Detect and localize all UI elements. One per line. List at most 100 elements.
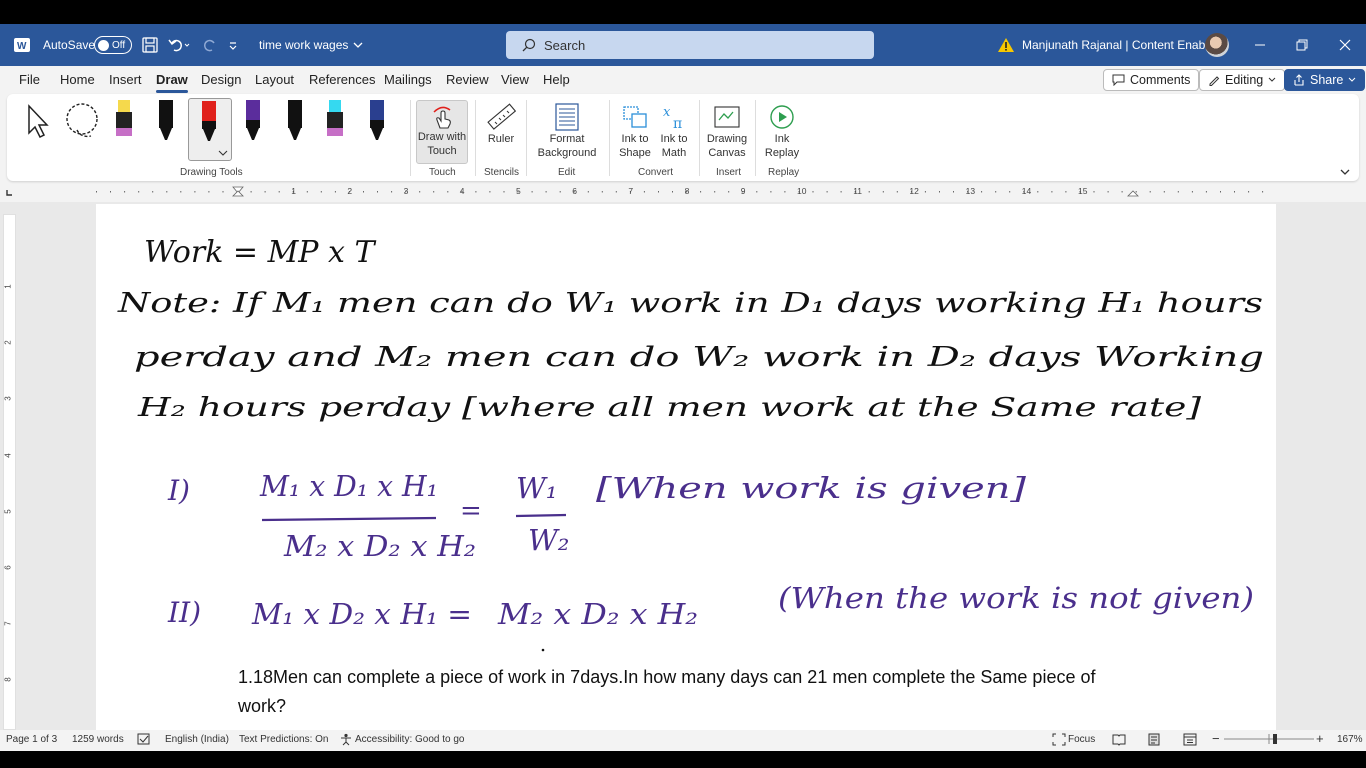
web-layout-icon[interactable] [1183,733,1197,749]
pen-purple-icon[interactable] [243,100,263,149]
language[interactable]: English (India) [165,734,229,745]
focus-icon[interactable] [1052,733,1066,749]
comments-button[interactable]: Comments [1103,69,1200,91]
lasso-select-tool[interactable] [63,102,103,140]
zoom-level[interactable]: 167% [1337,734,1363,745]
ink-to-math-button[interactable]: xπ Ink to Math [654,102,694,160]
highlighter-cyan-icon[interactable] [325,100,345,149]
vertical-ruler-number: 2 [3,340,13,345]
accessibility-status[interactable]: Accessibility: Good to go [355,734,465,745]
page-count[interactable]: Page 1 of 3 [6,734,57,745]
ink-dot [541,648,545,652]
zoom-out-icon[interactable]: − [1212,731,1220,746]
svg-text:π: π [673,116,682,132]
ink-case-one-label: I) [167,474,190,507]
read-mode-icon[interactable] [1112,733,1126,749]
collapse-ribbon-chevron-icon[interactable] [1339,164,1351,182]
avatar[interactable] [1205,24,1229,66]
tab-draw[interactable]: Draw [156,72,188,93]
tab-references[interactable]: References [309,72,375,87]
word-count[interactable]: 1259 words [72,734,124,745]
vertical-ruler-number: 1 [3,284,13,289]
tab-home[interactable]: Home [60,72,95,87]
user-name[interactable]: Manjunath Rajanal | Content Enablers [1022,24,1225,66]
autosave-toggle[interactable]: Off [94,24,132,66]
warning-icon[interactable] [997,24,1015,66]
tab-help[interactable]: Help [543,72,570,87]
vertical-ruler-number: 7 [3,621,13,626]
minimize-icon[interactable] [1245,24,1275,66]
editing-label: Editing [1225,73,1264,87]
pen-red-icon[interactable] [188,98,232,161]
tab-review[interactable]: Review [446,72,489,87]
drawing-canvas-button[interactable]: Drawing Canvas [705,102,749,160]
horizontal-ruler[interactable]: 1 2 3 4 5 6 7 8 9 10 11 12 13 14 15 [0,184,1366,200]
draw-with-touch-button[interactable]: Draw with Touch [416,100,468,164]
ruler-label: Ruler [487,133,515,145]
ruler-number: 5 [516,186,521,196]
ink-replay-button[interactable]: Ink Replay [762,102,802,160]
print-layout-icon[interactable] [1147,733,1161,749]
word-logo-icon: W [14,24,30,66]
redo-icon[interactable] [202,24,218,66]
lasso-icon [66,103,98,138]
highlighter-yellow-icon[interactable] [114,100,134,149]
menu-bar: File Home Insert Draw Design Layout Refe… [0,66,1366,94]
save-icon[interactable] [142,24,158,66]
tab-design[interactable]: Design [201,72,241,87]
ruler-ticks [6,186,1264,197]
group-separator [755,100,756,176]
ruler-number: 8 [684,186,690,196]
select-tool[interactable] [24,103,50,139]
tab-insert[interactable]: Insert [109,72,142,87]
document-title[interactable]: time work wages [259,24,364,66]
pen-black-2-icon[interactable] [285,100,305,149]
play-icon [770,105,794,129]
zoom-slider[interactable] [1224,732,1316,749]
group-label-edit: Edit [558,167,576,178]
ink-case-two-label: II) [167,596,201,629]
accessibility-icon[interactable] [339,733,353,749]
zoom-in-icon[interactable]: + [1316,731,1324,746]
pen-galaxy-icon[interactable] [367,100,387,149]
undo-icon[interactable] [168,24,190,66]
drawing-canvas-label: Drawing Canvas [706,133,748,159]
proofing-icon[interactable] [137,733,151,748]
group-label-touch: Touch [429,167,456,178]
ink-to-math-icon: xπ [663,105,682,132]
ink-case-one-rhs-denominator: W₂ [528,523,569,557]
document-page[interactable]: Work = MP x T Note: If M₁ men can do W₁ … [96,204,1276,732]
ink-to-shape-button[interactable]: Ink to Shape [615,102,655,160]
ink-case-one-denominator: M₂ x D₂ x H₂ [283,529,476,563]
touch-hand-icon [433,106,451,129]
tab-view[interactable]: View [501,72,529,87]
group-separator [699,100,700,176]
close-icon[interactable] [1330,24,1360,66]
editing-button[interactable]: Editing [1199,69,1286,91]
focus-label[interactable]: Focus [1068,734,1095,745]
format-background-label: Format Background [537,133,597,159]
text-predictions[interactable]: Text Predictions: On [239,734,328,745]
format-background-button[interactable]: Format Background [531,102,603,160]
tab-layout[interactable]: Layout [255,72,294,87]
share-button[interactable]: Share [1284,69,1366,91]
ink-case-two-lhs: M₁ x D₂ x H₁ = [251,597,472,631]
group-separator [526,100,527,176]
ink-fraction-bar-rhs [515,513,567,518]
quick-access-dropdown-icon[interactable] [228,24,238,66]
ruler-button[interactable]: Ruler [481,102,521,146]
vertical-ruler[interactable]: 123456789 [3,214,16,738]
ink-to-shape-icon [623,106,647,128]
tab-mailings[interactable]: Mailings [384,72,432,87]
draw-with-touch-label: Draw with Touch [417,131,467,157]
vertical-ruler-number: 5 [3,509,13,514]
ink-to-shape-label: Ink to Shape [619,133,651,159]
pen-black-1-icon[interactable] [156,100,176,149]
search-box[interactable]: Search [506,31,874,59]
tab-file[interactable]: File [19,72,40,87]
search-placeholder: Search [544,37,586,53]
group-separator [609,100,610,176]
restore-icon[interactable] [1287,24,1317,66]
chevron-down-icon [1349,77,1356,82]
ink-equals: = [460,496,482,526]
